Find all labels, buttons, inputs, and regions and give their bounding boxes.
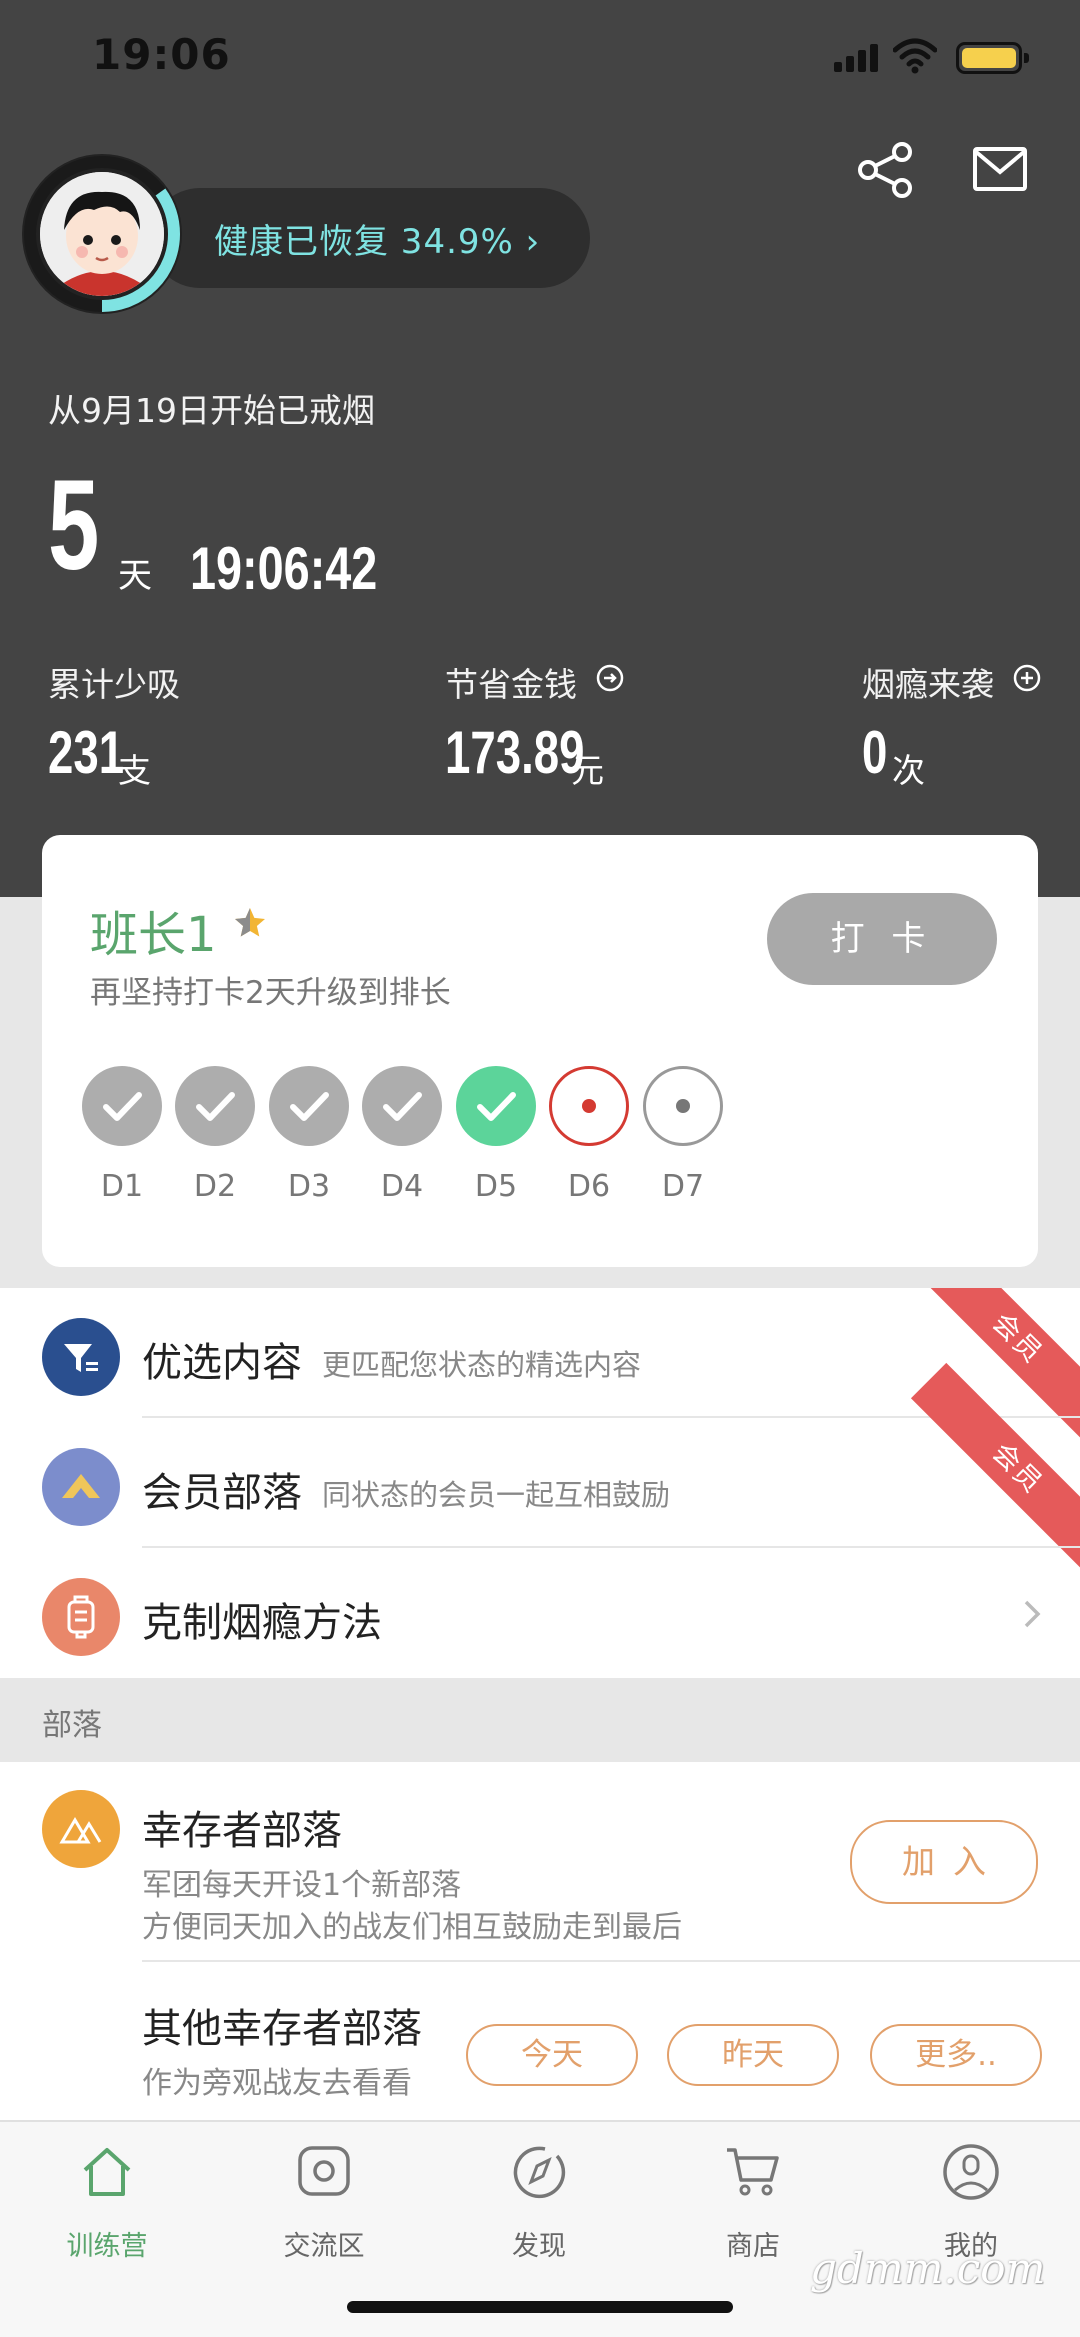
- tab-label: 商店: [726, 2231, 780, 2262]
- tab-training-camp[interactable]: 训练营: [32, 2142, 182, 2262]
- day-label: D7: [661, 1169, 705, 1204]
- checkin-button[interactable]: 打 卡: [767, 893, 997, 985]
- plus-circle-icon[interactable]: [1013, 664, 1041, 692]
- filter-icon: [42, 1318, 120, 1396]
- mail-icon[interactable]: [972, 146, 1028, 194]
- tribe-section-header: 部落: [0, 1678, 1080, 1762]
- tab-discover[interactable]: 发现: [464, 2142, 614, 2262]
- day-label: D6: [567, 1169, 611, 1204]
- cellular-signal-icon: [834, 44, 878, 72]
- day-circle-d6: [549, 1066, 629, 1146]
- day-circle-d7: [643, 1066, 723, 1146]
- stat-value-money: 173.89: [445, 719, 585, 786]
- day-circle-d5: [456, 1066, 536, 1146]
- menu-title: 优选内容: [142, 1340, 302, 1386]
- survivor-tribe-icon: [42, 1790, 120, 1868]
- watermark: gdmm.com: [810, 2244, 1046, 2293]
- health-recovery-text[interactable]: 健康已恢复 34.9% ›: [214, 214, 540, 263]
- menu-desc: 更匹配您状态的精选内容: [322, 1348, 642, 1382]
- day-circle-d1: [82, 1066, 162, 1146]
- other-tribes-desc: 作为旁观战友去看看: [142, 2066, 412, 2101]
- day-circle-d2: [175, 1066, 255, 1146]
- arrow-circle-icon[interactable]: [596, 664, 624, 692]
- compass-icon: [513, 2146, 566, 2199]
- day-label: D4: [380, 1169, 424, 1204]
- survivor-tribe-desc-1: 军团每天开设1个新部落: [142, 1868, 462, 1903]
- mountain-icon: [42, 1448, 120, 1526]
- rank-subtitle: 再坚持打卡2天升级到排长: [90, 975, 451, 1011]
- status-time: 19:06: [92, 30, 231, 79]
- tribe-section: 幸存者部落 军团每天开设1个新部落 方便同天加入的战友们相互鼓励走到最后 加入 …: [0, 1762, 1080, 2120]
- today-tribe-button[interactable]: 今天: [466, 2024, 638, 2086]
- chat-icon: [298, 2146, 350, 2196]
- stat-value-cravings: 0: [862, 719, 888, 786]
- home-icon: [83, 2148, 131, 2196]
- battery-icon: [956, 42, 1029, 74]
- cart-icon: [727, 2148, 779, 2196]
- tab-label: 训练营: [66, 2231, 148, 2262]
- checkin-card: 班长1 再坚持打卡2天升级到排长 打 卡 D1 D2 D3 D4 D5 D6 D…: [42, 835, 1038, 1267]
- tab-store[interactable]: 商店: [678, 2142, 828, 2262]
- stat-label-cigarettes: 累计少吸: [48, 665, 180, 704]
- lantern-icon: [42, 1578, 120, 1656]
- quit-timer: 19:06:42: [190, 535, 378, 602]
- join-tribe-button[interactable]: 加入: [850, 1820, 1038, 1904]
- other-tribes-title: 其他幸存者部落: [142, 2006, 422, 2052]
- wifi-icon: [893, 38, 937, 74]
- stat-label-cravings[interactable]: 烟瘾来袭: [862, 658, 994, 706]
- avatar[interactable]: [40, 172, 164, 296]
- menu-item-craving-methods[interactable]: 克制烟瘾方法: [0, 1548, 1080, 1678]
- tab-label: 发现: [512, 2231, 566, 2262]
- quit-days-count: 5: [48, 454, 100, 597]
- rank-title: 班长1: [90, 907, 217, 963]
- survivor-tribe-desc-2: 方便同天加入的战友们相互鼓励走到最后: [142, 1910, 682, 1945]
- menu-title: 克制烟瘾方法: [142, 1600, 382, 1646]
- menu-title: 会员部落: [142, 1470, 302, 1516]
- stat-label-money[interactable]: 节省金钱: [445, 658, 577, 706]
- day-circle-d3: [269, 1066, 349, 1146]
- menu-item-member-tribe[interactable]: 会员部落 同状态的会员一起互相鼓励 会员: [0, 1362, 1080, 1576]
- status-bar: 19:06: [0, 0, 1080, 118]
- tab-label: 交流区: [283, 2231, 365, 2262]
- quit-days-unit: 天: [118, 556, 152, 596]
- day-label: D5: [474, 1169, 518, 1204]
- stat-unit-cigarettes: 支: [118, 751, 151, 790]
- stat-value-cigarettes: 231: [48, 719, 125, 786]
- quit-since-text: 从9月19日开始已戒烟: [48, 391, 375, 430]
- feature-menu: 优选内容 更匹配您状态的精选内容 会员 会员部落 同状态的会员一起互相鼓励 会员…: [0, 1288, 1080, 1678]
- day-circle-d4: [362, 1066, 442, 1146]
- tab-community[interactable]: 交流区: [249, 2142, 399, 2262]
- section-title: 部落: [42, 1708, 102, 1743]
- day-label: D2: [193, 1169, 237, 1204]
- star-icon: [235, 908, 265, 937]
- profile-icon: [943, 2144, 999, 2200]
- more-tribes-button[interactable]: 更多..: [870, 2024, 1042, 2086]
- home-indicator[interactable]: [347, 2301, 733, 2313]
- share-icon[interactable]: [856, 142, 914, 198]
- day-label: D3: [287, 1169, 331, 1204]
- stat-unit-money: 元: [571, 751, 604, 790]
- chevron-right-icon: [1024, 1600, 1041, 1628]
- stat-unit-cravings: 次: [892, 751, 925, 790]
- yesterday-tribe-button[interactable]: 昨天: [667, 2024, 839, 2086]
- day-label: D1: [100, 1169, 144, 1204]
- menu-desc: 同状态的会员一起互相鼓励: [322, 1478, 671, 1512]
- survivor-tribe-title: 幸存者部落: [142, 1808, 342, 1854]
